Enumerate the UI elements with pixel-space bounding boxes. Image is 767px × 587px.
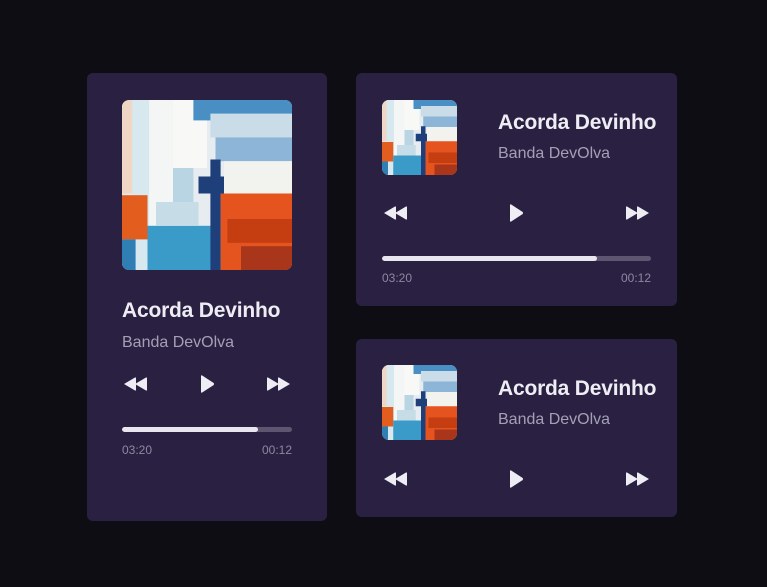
player-card-medium: Acorda Devinho Banda DevOlva 03:20 00:12 [356, 73, 677, 306]
player-card-large: Acorda Devinho Banda DevOlva 03:20 00:12 [87, 73, 327, 521]
rewind-icon [382, 205, 410, 221]
song-title: Acorda Devinho [122, 299, 281, 322]
album-cover [382, 100, 457, 175]
next-button[interactable] [264, 376, 292, 392]
progress-bar[interactable] [382, 256, 651, 261]
album-cover [382, 365, 457, 440]
fast-forward-icon [623, 471, 651, 487]
time-elapsed: 03:20 [122, 443, 153, 457]
next-button[interactable] [623, 205, 651, 221]
time-remaining: 00:12 [261, 443, 292, 457]
song-title: Acorda Devinho [498, 111, 657, 134]
play-button[interactable] [508, 469, 524, 489]
progress-fill [122, 427, 258, 432]
progress-bar[interactable] [122, 427, 292, 432]
fast-forward-icon [623, 205, 651, 221]
play-icon [508, 469, 524, 489]
song-title: Acorda Devinho [498, 377, 657, 400]
player-card-small: Acorda Devinho Banda DevOlva [356, 339, 677, 517]
next-button[interactable] [623, 471, 651, 487]
rewind-icon [122, 376, 150, 392]
previous-button[interactable] [382, 471, 410, 487]
time-elapsed: 03:20 [382, 271, 413, 285]
previous-button[interactable] [122, 376, 150, 392]
fast-forward-icon [264, 376, 292, 392]
play-icon [508, 203, 524, 223]
play-button[interactable] [508, 203, 524, 223]
artist-name: Banda DevOlva [122, 334, 235, 351]
time-remaining: 00:12 [620, 271, 651, 285]
previous-button[interactable] [382, 205, 410, 221]
artist-name: Banda DevOlva [498, 411, 611, 428]
album-cover [122, 100, 292, 270]
artist-name: Banda DevOlva [498, 145, 611, 162]
play-icon [199, 374, 215, 394]
play-button[interactable] [199, 374, 215, 394]
progress-fill [382, 256, 598, 261]
rewind-icon [382, 471, 410, 487]
